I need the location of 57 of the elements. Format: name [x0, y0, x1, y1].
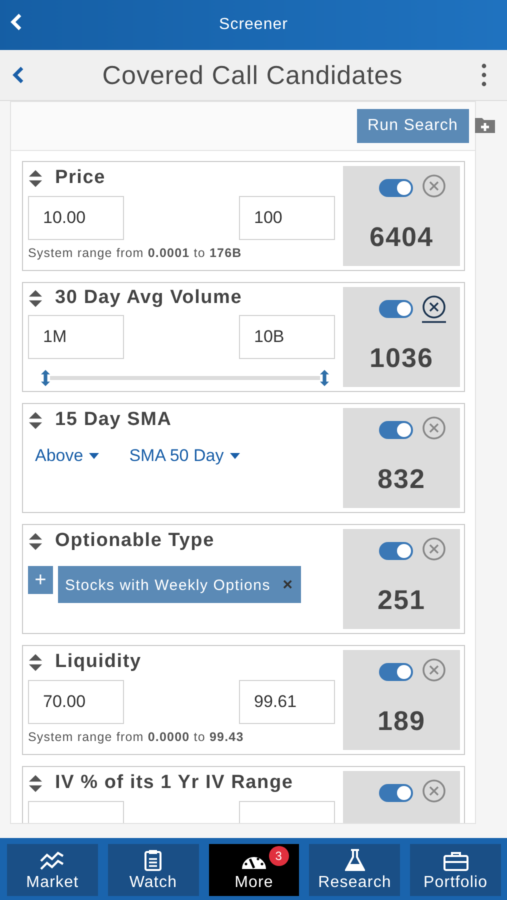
header-title: Screener [219, 16, 288, 34]
slider-track[interactable] [50, 376, 320, 380]
dropdown[interactable]: Above [35, 446, 100, 466]
clipboard-icon [144, 849, 162, 871]
dropdown[interactable]: SMA 50 Day [129, 446, 240, 466]
max-input-field[interactable]: 99.61 [239, 680, 335, 724]
sort-icon[interactable] [28, 774, 43, 792]
sort-icon[interactable] [28, 168, 43, 188]
briefcase-icon [442, 851, 469, 871]
toggle-switch[interactable] [379, 179, 413, 197]
toggle-switch[interactable] [379, 300, 413, 318]
nav-tab[interactable]: Market [7, 844, 98, 896]
min-input-field[interactable]: 70.00 [28, 680, 124, 724]
max-input-field[interactable]: 100 [239, 196, 335, 240]
tag-label: Stocks with Weekly Options [65, 576, 271, 594]
add-button[interactable]: + [28, 566, 53, 594]
sort-icon[interactable] [28, 652, 43, 672]
criterion-name: Liquidity [55, 651, 142, 673]
sort-icon[interactable] [28, 288, 43, 308]
nav-tab[interactable]: More 3 [208, 844, 300, 896]
criterion-name: IV % of its 1 Yr IV Range [55, 772, 294, 794]
system-range-text: System range from 0.0000 to 99.43 [28, 730, 245, 744]
add-folder-icon[interactable] [475, 115, 495, 133]
toggle-switch[interactable] [379, 542, 413, 560]
criterion-name: Price [55, 167, 106, 189]
match-count: 251 [377, 585, 426, 616]
toggle-switch[interactable] [379, 421, 413, 439]
slider-handle-icon[interactable] [320, 369, 329, 387]
criterion-name: Optionable Type [55, 530, 214, 552]
notification-badge: 3 [268, 846, 289, 866]
match-count: 6404 [369, 222, 434, 253]
criterion-name: 15 Day SMA [55, 409, 172, 431]
nav-tab[interactable]: Portfolio [410, 844, 501, 896]
nav-tab[interactable]: Watch [108, 844, 199, 896]
remove-icon[interactable] [421, 295, 447, 323]
match-count: 189 [377, 706, 426, 737]
match-count: 832 [377, 464, 426, 495]
line-chart-icon [39, 851, 66, 871]
match-count: 1036 [369, 343, 434, 374]
flask-icon [344, 849, 365, 871]
criterion-name: 30 Day Avg Volume [55, 287, 242, 309]
back-icon[interactable] [12, 65, 24, 85]
nav-tab[interactable]: Research [309, 844, 400, 896]
more-options-icon[interactable] [481, 63, 487, 87]
min-input-field[interactable]: 10.00 [28, 196, 124, 240]
max-input-field[interactable]: 10B [239, 315, 335, 359]
caret-icon [89, 453, 100, 459]
sort-icon[interactable] [28, 532, 43, 550]
toggle-switch[interactable] [379, 663, 413, 681]
toggle-switch[interactable] [379, 784, 413, 802]
caret-icon [230, 453, 240, 459]
slider-handle-icon[interactable] [41, 369, 50, 387]
min-input-field[interactable]: 1M [28, 315, 124, 359]
run-search-button[interactable]: Run Search [356, 109, 469, 143]
screen-title: Covered Call Candidates [101, 60, 404, 90]
sort-icon[interactable] [28, 410, 43, 430]
system-range-text: System range from 0.0001 to 176B [28, 246, 243, 260]
